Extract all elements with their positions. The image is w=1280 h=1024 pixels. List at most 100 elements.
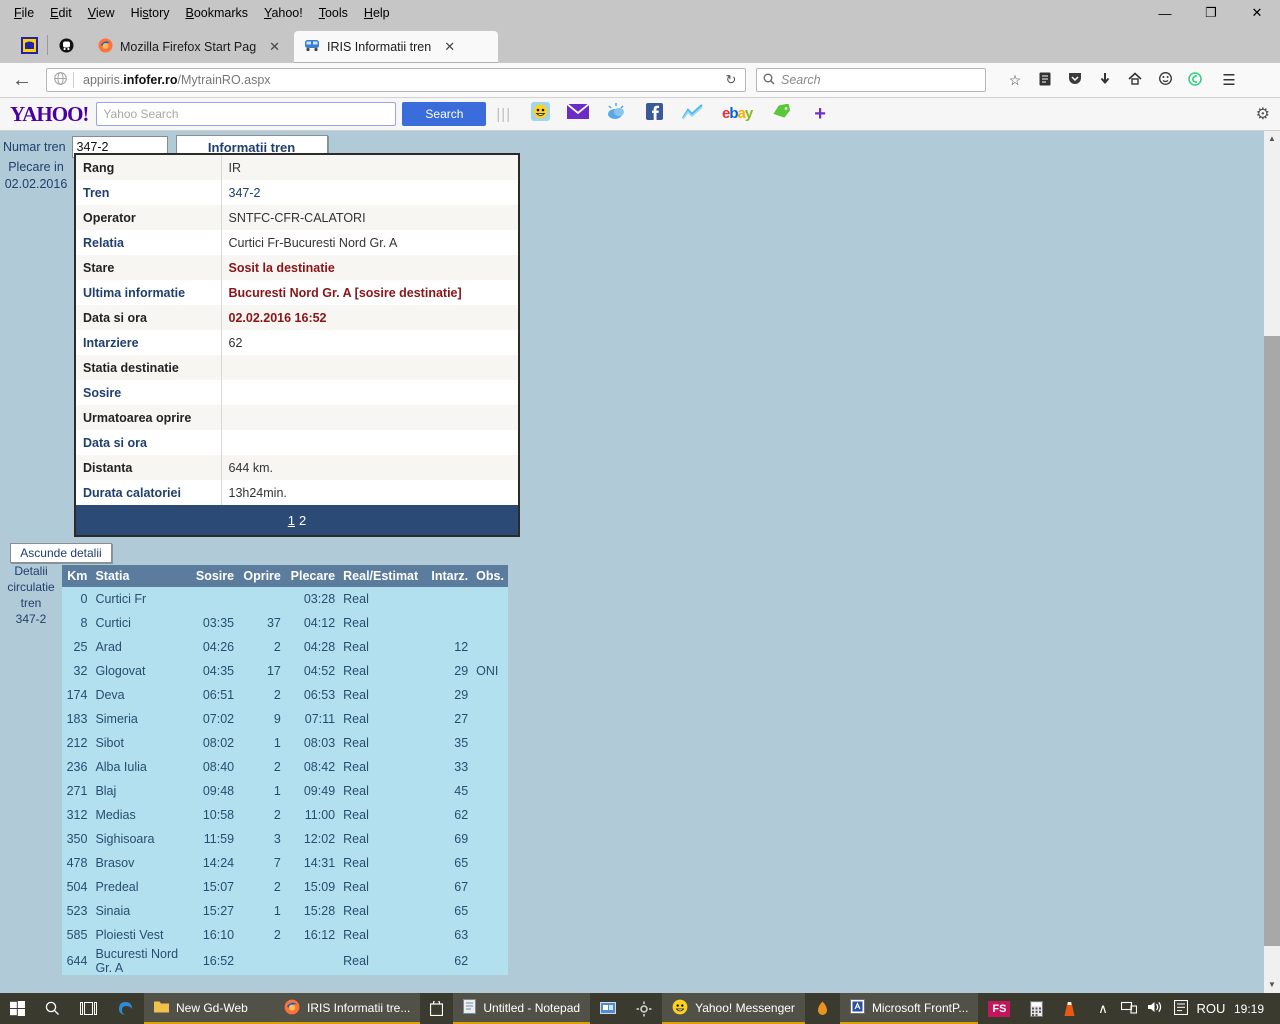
- taskbar-item-store[interactable]: [420, 993, 453, 1024]
- menu-tools[interactable]: Tools: [311, 2, 356, 24]
- info-row-value: [220, 355, 518, 380]
- info-row-value: [220, 380, 518, 405]
- tray-expand-icon[interactable]: ∧: [1090, 1001, 1116, 1017]
- menu-edit[interactable]: Edit: [42, 2, 80, 24]
- metro-app-icon[interactable]: [14, 32, 44, 58]
- scroll-up-icon[interactable]: ▲: [1264, 131, 1280, 147]
- station-oprire: 17: [238, 659, 285, 683]
- column-header-oprire: Oprire: [238, 565, 285, 587]
- download-icon[interactable]: [1090, 72, 1120, 89]
- taskbar-edge[interactable]: [107, 993, 144, 1024]
- station-km: 504: [62, 875, 92, 899]
- taskbar-item-calculator[interactable]: [1020, 993, 1053, 1024]
- back-icon[interactable]: ←: [0, 69, 44, 92]
- star-icon[interactable]: ☆: [1000, 72, 1030, 89]
- station-obs: [472, 851, 508, 875]
- deals-icon[interactable]: [763, 103, 801, 124]
- taskbar-item-iris[interactable]: IRIS Informatii tre...: [274, 993, 421, 1024]
- smiley-icon[interactable]: [1150, 72, 1180, 88]
- ebay-icon[interactable]: ebay: [711, 105, 763, 123]
- taskbar-item-fs[interactable]: FS: [978, 993, 1020, 1024]
- finance-icon[interactable]: [673, 103, 711, 125]
- station-real-estimat: Real: [339, 683, 427, 707]
- info-row-key: Statia destinatie: [76, 355, 221, 380]
- taskbar-item-settings[interactable]: [626, 993, 662, 1024]
- menu-view[interactable]: View: [80, 2, 123, 24]
- menu-yahoo[interactable]: Yahoo!: [256, 2, 311, 24]
- tab-close-icon[interactable]: ✕: [444, 39, 455, 55]
- yahoo-search-button[interactable]: Search: [402, 102, 487, 126]
- taskbar-item-notepad[interactable]: Untitled - Notepad: [453, 993, 591, 1024]
- mail-icon[interactable]: [559, 103, 597, 124]
- menu-file[interactable]: FFileile: [6, 2, 42, 24]
- tab-iris-informatii-tren[interactable]: IRIS Informatii tren ✕: [294, 31, 498, 63]
- table-row: 585 Ploiesti Vest 16:10 2 16:12 Real 63: [62, 923, 508, 947]
- taskbar-item-vlc[interactable]: [1053, 993, 1086, 1024]
- info-row-key: Rang: [76, 155, 221, 180]
- station-sosire: 14:24: [189, 851, 239, 875]
- frontpage-icon: [849, 999, 865, 1016]
- home-icon[interactable]: [1120, 72, 1150, 88]
- column-header-km: Km: [62, 565, 92, 587]
- menu-history[interactable]: History: [123, 2, 178, 24]
- plecare-label: Plecare in: [8, 160, 64, 174]
- task-view-icon[interactable]: [70, 993, 107, 1024]
- close-icon[interactable]: ✕: [1234, 0, 1280, 26]
- table-row: 478 Brasov 14:24 7 14:31 Real 65: [62, 851, 508, 875]
- info-row-value: 644 km.: [220, 455, 518, 480]
- start-button[interactable]: [0, 993, 35, 1024]
- browser-search-input[interactable]: Search: [756, 68, 986, 92]
- station-km: 8: [62, 611, 92, 635]
- reader-icon[interactable]: [1030, 72, 1060, 89]
- volume-icon[interactable]: [1142, 1000, 1168, 1017]
- taskbar-item-flame[interactable]: [805, 993, 840, 1024]
- minimize-icon[interactable]: —: [1142, 0, 1188, 26]
- tab-firefox-start-page[interactable]: Mozilla Firefox Start Page ✕: [88, 31, 288, 63]
- info-row: Statia destinatie: [76, 355, 518, 380]
- scrollbar-thumb[interactable]: [1264, 336, 1280, 946]
- ascunde-detalii-button[interactable]: Ascunde detalii: [10, 543, 112, 563]
- tab-close-icon[interactable]: ✕: [269, 39, 280, 55]
- messenger-icon[interactable]: [521, 102, 559, 126]
- taskbar-item-yahoo-messenger[interactable]: Yahoo! Messenger: [662, 993, 805, 1024]
- taskbar-item-frontpage[interactable]: Microsoft FrontP...: [839, 993, 979, 1024]
- station-name: Sinaia: [91, 899, 190, 923]
- sync-icon[interactable]: [1180, 71, 1210, 89]
- gear-icon[interactable]: ⚙: [1256, 104, 1270, 124]
- menu-bookmarks[interactable]: Bookmarks: [178, 2, 257, 24]
- url-bar[interactable]: appiris.infofer.ro/MytrainRO.aspx ↻: [46, 68, 746, 92]
- taskbar-item-new-gd-web[interactable]: New Gd-Web: [144, 993, 274, 1024]
- station-intarziere: 65: [426, 851, 473, 875]
- station-obs: ONI: [472, 659, 508, 683]
- reload-icon[interactable]: ↻: [717, 72, 745, 88]
- pocket-icon[interactable]: [1060, 72, 1090, 88]
- network-icon[interactable]: [1116, 1001, 1142, 1017]
- page-link-1[interactable]: 1: [288, 513, 295, 528]
- clock[interactable]: 19:19: [1228, 1002, 1274, 1016]
- page-scrollbar[interactable]: ▲ ▼: [1264, 131, 1280, 993]
- table-row: 350 Sighisoara 11:59 3 12:02 Real 69: [62, 827, 508, 851]
- station-plecare: 04:52: [284, 659, 340, 683]
- station-oprire: 7: [238, 851, 285, 875]
- url-prefix: appiris.: [83, 73, 124, 87]
- menu-help[interactable]: Help: [356, 2, 398, 24]
- taskbar-item-remote[interactable]: [590, 993, 626, 1024]
- facebook-icon[interactable]: [635, 103, 673, 125]
- add-icon[interactable]: +: [801, 103, 839, 126]
- station-oprire: [238, 587, 285, 611]
- scroll-down-icon[interactable]: ▼: [1264, 977, 1280, 993]
- maximize-icon[interactable]: ❐: [1188, 0, 1234, 26]
- search-taskbar-icon[interactable]: [35, 993, 70, 1024]
- yahoo-logo: YAHOO!: [10, 101, 89, 126]
- yahoo-search-input[interactable]: Yahoo Search: [96, 102, 397, 126]
- weather-icon[interactable]: [597, 102, 635, 126]
- menu-icon[interactable]: ☰: [1214, 71, 1244, 89]
- station-km: 585: [62, 923, 92, 947]
- language-indicator[interactable]: ROU: [1194, 1001, 1228, 1016]
- train-app-icon[interactable]: [51, 32, 81, 58]
- detalii-circulatie-label: Detalii circulatie tren 347-2: [0, 563, 62, 627]
- notification-icon[interactable]: [1168, 999, 1194, 1018]
- page-link-2[interactable]: 2: [299, 513, 306, 528]
- station-obs: [472, 587, 508, 611]
- station-plecare: 03:28: [284, 587, 340, 611]
